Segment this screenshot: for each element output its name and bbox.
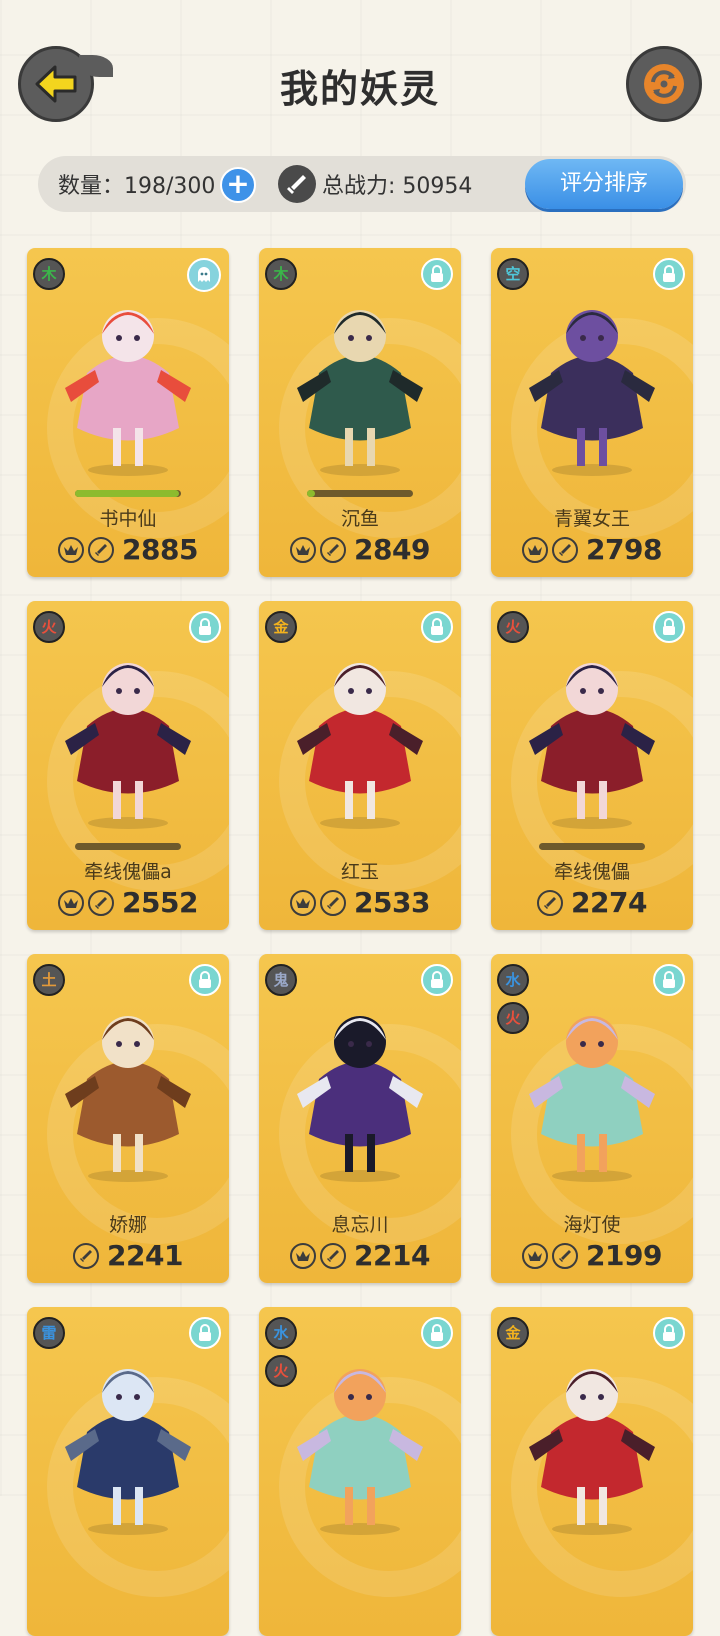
spirit-name: 娇娜 [108,1214,147,1236]
page-title: 我的妖灵 [279,67,440,111]
stat-row: 2199 [491,1239,693,1272]
crown-icon [58,889,85,916]
combat-power-score: 2274 [571,886,647,919]
spirit-name: 海灯使 [563,1214,621,1236]
spirit-name: 息忘川 [331,1214,389,1236]
spirit-name: 沉鱼 [340,508,379,530]
combat-power-score: 2241 [107,1239,183,1272]
sword-icon [88,536,115,563]
spirit-card[interactable]: 木沉鱼 2849 [259,248,461,577]
stat-row: 2274 [491,886,693,919]
level-progress-fill [307,490,316,497]
stat-row: 2241 [27,1239,229,1272]
spirit-card[interactable]: 鬼息忘川 2214 [259,954,461,1283]
header: 我的妖灵 [0,0,720,150]
power-value: 50954 [402,174,473,199]
sort-by-score-button[interactable]: 评分排序 [525,159,683,209]
spirit-figure [529,1016,655,1182]
spirit-card[interactable]: 火牵线傀儡 2274 [491,601,693,930]
spirit-name: 青翼女王 [553,508,630,530]
sword-icon [537,889,564,916]
spirit-figure [297,663,423,829]
combat-power-score: 2849 [354,533,430,566]
crown-icon [290,889,317,916]
spirit-card[interactable]: 水火 [259,1307,461,1636]
sword-icon [320,536,347,563]
stat-row: 2798 [491,533,693,566]
stat-row: 2885 [27,533,229,566]
power-display: 总战力: 50954 [322,168,472,200]
spirit-card[interactable]: 金红玉 2533 [259,601,461,930]
count-display: 数量：198/300 [58,168,215,200]
power-label: 总战力 [322,174,389,199]
refresh-button[interactable] [626,46,702,122]
combat-power-score: 2533 [354,886,430,919]
spirit-figure [65,1369,191,1535]
crown-icon [522,536,549,563]
level-progress-fill [75,490,179,497]
combat-power-score: 2552 [122,886,198,919]
refresh-icon [644,64,684,104]
spirit-name: 牵线傀儡 [553,861,630,883]
count-label: 数量 [58,174,103,199]
spirit-figure [65,1016,191,1182]
sword-icon [552,1242,579,1269]
spirit-figure [297,1016,423,1182]
spirit-figure [529,663,655,829]
spirit-figure [65,310,191,476]
combat-power-score: 2199 [586,1239,662,1272]
spirit-figure [529,1369,655,1535]
spirit-figure [529,310,655,476]
sword-icon [88,889,115,916]
level-progress-bar [307,490,413,497]
crown-icon [290,536,317,563]
spirit-figure [297,1369,423,1535]
spirit-figure [297,310,423,476]
spirit-card[interactable]: 雷 [27,1307,229,1636]
sword-icon [320,1242,347,1269]
crown-icon [58,536,85,563]
spirit-card[interactable]: 金 [491,1307,693,1636]
power-separator: : [388,174,403,199]
combat-power-score: 2214 [354,1239,430,1272]
spirit-name: 书中仙 [99,508,157,530]
stat-row: 2849 [259,533,461,566]
sword-icon [73,1242,100,1269]
stat-row: 2533 [259,886,461,919]
sword-icon [320,889,347,916]
spirit-card[interactable]: 木书中仙 2885 [27,248,229,577]
stat-row: 2214 [259,1239,461,1272]
spirit-card[interactable]: 火牵线傀儡a 2552 [27,601,229,930]
level-progress-bar [75,490,181,497]
spirit-card[interactable]: 空青翼女王 2798 [491,248,693,577]
spirit-name: 牵线傀儡a [84,861,172,883]
sword-icon [278,165,316,203]
spirit-card[interactable]: 土娇娜 2241 [27,954,229,1283]
count-value: 198/300 [124,174,216,199]
spirit-figure [65,663,191,829]
stat-row: 2552 [27,886,229,919]
combat-power-score: 2798 [586,533,662,566]
level-progress-bar [539,843,645,850]
combat-power-score: 2885 [122,533,198,566]
spirit-card[interactable]: 水火海灯使 2199 [491,954,693,1283]
count-separator: ： [102,174,125,199]
spirit-grid: 木书中仙 2885 木沉鱼 2849 空青翼女王 2798 火牵线傀儡a 2552 金红玉 253… [27,248,695,1636]
stats-bar: 数量：198/300 + 总战力: 50954 评分排序 [38,156,686,212]
spirit-name: 红玉 [340,861,379,883]
add-capacity-button[interactable]: + [220,167,256,203]
sword-icon [552,536,579,563]
crown-icon [522,1242,549,1269]
level-progress-bar [75,843,181,850]
crown-icon [290,1242,317,1269]
